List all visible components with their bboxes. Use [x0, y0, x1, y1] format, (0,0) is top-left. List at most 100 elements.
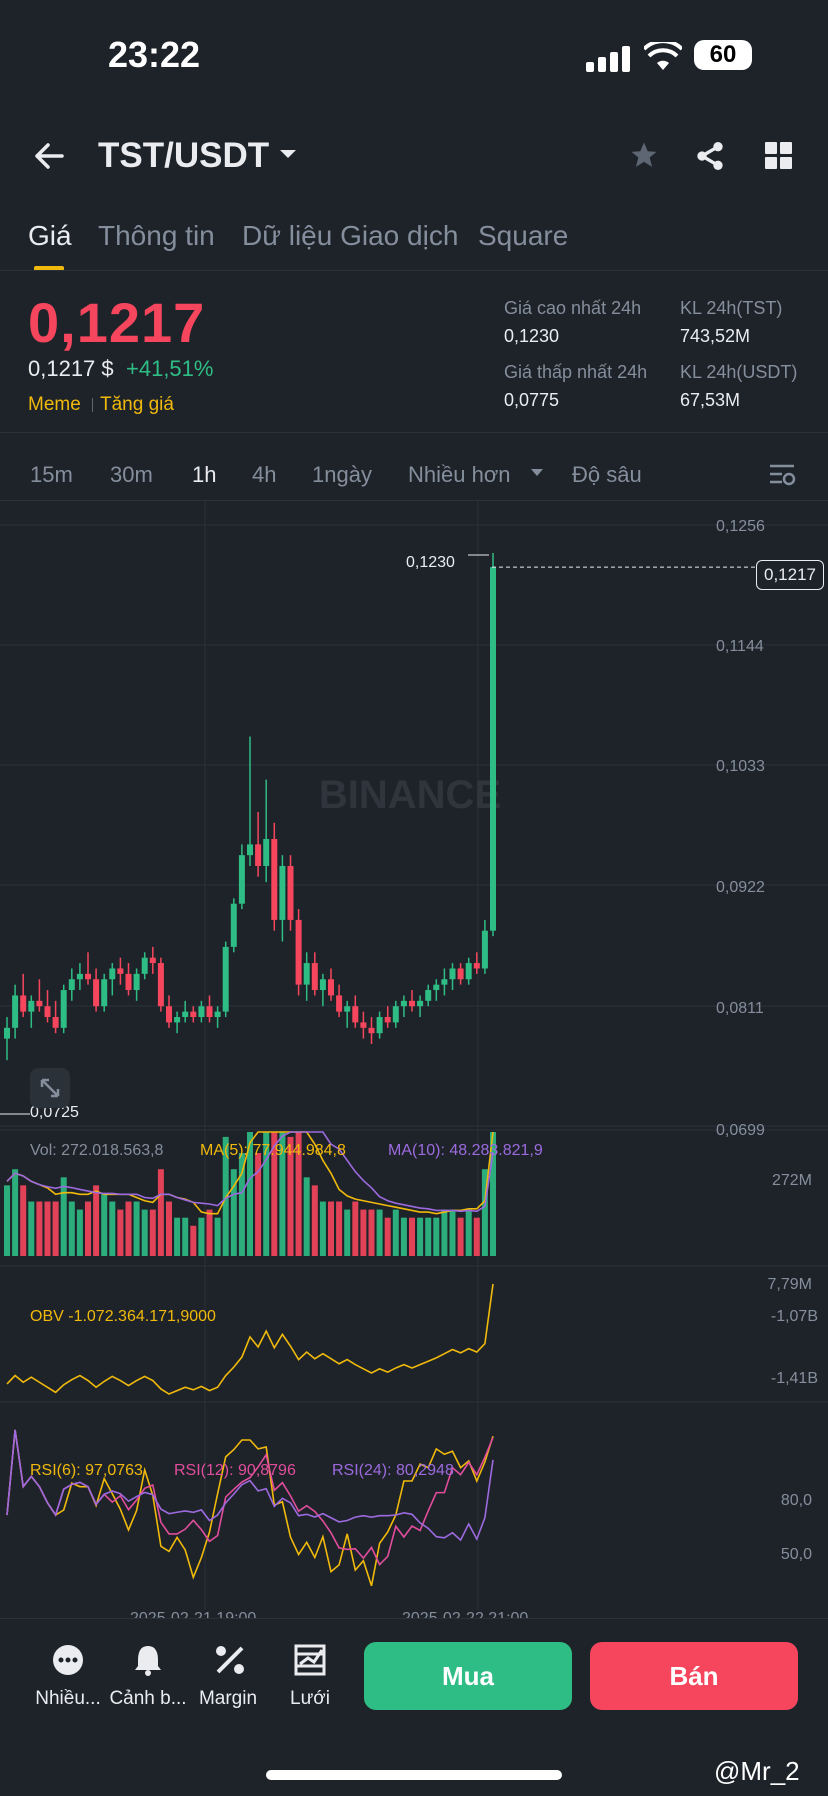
- more-options-icon[interactable]: [48, 1640, 88, 1680]
- volume-bar: [12, 1169, 19, 1256]
- volume-bar: [85, 1201, 91, 1256]
- favorite-star-icon[interactable]: [628, 140, 660, 170]
- candle-body: [44, 1006, 51, 1018]
- candle-body: [449, 968, 456, 980]
- tf-4h[interactable]: 4h: [252, 462, 276, 488]
- candle-body: [222, 946, 229, 1012]
- expand-icon: [40, 1078, 60, 1098]
- candle-body: [36, 1000, 43, 1007]
- candle-body: [238, 855, 245, 904]
- volume-bar: [311, 1185, 318, 1256]
- ma5-label: MA(5): 77.944.984,8: [200, 1142, 346, 1159]
- rsi-axis-top: 80,0: [780, 1492, 812, 1509]
- tab-info[interactable]: Thông tin: [98, 220, 215, 252]
- candle-body: [93, 979, 100, 1007]
- chart-settings-icon[interactable]: [768, 462, 796, 488]
- candle-body: [52, 1017, 59, 1028]
- high-24h-label: Giá cao nhất 24h: [504, 298, 642, 318]
- low-24h-value: 0,0775: [504, 390, 560, 410]
- bell-alert-icon[interactable]: [128, 1640, 168, 1680]
- tag-bullish[interactable]: Tăng giá: [100, 394, 174, 416]
- high-marker-label: 0,1230: [406, 554, 455, 571]
- candle-body: [166, 1006, 172, 1023]
- obv-label: OBV -1.072.364.171,9000: [30, 1308, 216, 1325]
- candle-body: [400, 1000, 407, 1007]
- candle-body: [336, 995, 343, 1012]
- candle-body: [311, 963, 318, 991]
- volume-axis-top: 272M: [771, 1172, 812, 1189]
- tab-trading-data[interactable]: Dữ liệu Giao dịch: [242, 220, 458, 252]
- candle-body: [149, 957, 156, 964]
- candle-body: [360, 1022, 367, 1028]
- chart-grid: [0, 500, 828, 1610]
- tab-square[interactable]: Square: [478, 220, 568, 252]
- more-caret-icon[interactable]: [530, 468, 544, 478]
- candle-body: [20, 995, 27, 1012]
- volume-bar: [36, 1201, 43, 1256]
- volume-bar: [52, 1201, 59, 1256]
- obv-axis-top: -1,07B: [770, 1308, 818, 1325]
- volume-bar: [190, 1225, 197, 1256]
- vol-usdt-label: KL 24h(USDT): [680, 362, 798, 382]
- pair-title[interactable]: TST/USDT: [98, 136, 269, 176]
- tag-separator: [92, 398, 93, 412]
- volume-bar: [60, 1177, 67, 1256]
- tf-15m[interactable]: 15m: [30, 462, 73, 488]
- kline-chart[interactable]: BINANCE: [0, 500, 828, 1610]
- vol-tst-value: 743,52M: [680, 326, 751, 346]
- low-24h-label: Giá thấp nhất 24h: [504, 362, 648, 382]
- rsi6-label: RSI(6): 97,0763: [30, 1462, 143, 1479]
- tf-more[interactable]: Nhiều hơn: [408, 462, 511, 488]
- volume-bar: [149, 1209, 156, 1256]
- candle-body: [295, 919, 302, 985]
- buy-button[interactable]: Mua: [364, 1642, 572, 1710]
- timeframe-top-divider: [0, 432, 828, 433]
- nav-more-label[interactable]: Nhiều...: [28, 1688, 108, 1710]
- ma10-label: MA(10): 48.283.821,9: [388, 1142, 543, 1159]
- volume-bar: [182, 1217, 189, 1256]
- volume-bar: [125, 1201, 132, 1256]
- volume-label: Vol: 272.018.563,8: [30, 1142, 164, 1159]
- candle-body: [287, 865, 294, 920]
- volume-bar: [336, 1201, 343, 1256]
- grid-layout-icon[interactable]: [764, 141, 794, 171]
- nav-alert-label[interactable]: Cảnh b...: [108, 1688, 188, 1710]
- candle-body: [4, 1027, 10, 1039]
- price-axis-1: 0,1144: [716, 638, 764, 655]
- volume-bar: [441, 1209, 448, 1256]
- tf-depth[interactable]: Độ sâu: [572, 462, 642, 488]
- binance-watermark: BINANCE: [319, 773, 501, 817]
- nav-margin-label[interactable]: Margin: [188, 1688, 268, 1710]
- last-price-tag: 0,1217: [756, 560, 824, 590]
- volume-axis-bottom: 7,79M: [767, 1276, 812, 1293]
- tf-1h[interactable]: 1h: [192, 462, 216, 488]
- volume-bar: [44, 1201, 51, 1256]
- fullscreen-button[interactable]: [30, 1068, 70, 1108]
- volume-bar: [76, 1209, 83, 1256]
- candle-body: [28, 1000, 35, 1012]
- tf-1d[interactable]: 1ngày: [312, 462, 372, 488]
- volume-bar: [344, 1209, 351, 1256]
- grid-trading-icon[interactable]: [290, 1640, 330, 1680]
- margin-percent-icon[interactable]: [210, 1640, 250, 1680]
- candle-body: [230, 903, 237, 947]
- volume-bar: [384, 1217, 391, 1256]
- tf-30m[interactable]: 30m: [110, 462, 153, 488]
- candle-body: [319, 979, 326, 991]
- candle-body: [141, 957, 148, 974]
- rsi6-line: [6, 1429, 494, 1587]
- candle-body: [368, 1027, 375, 1034]
- volume-bar: [133, 1201, 140, 1256]
- tag-meme[interactable]: Meme: [28, 394, 81, 416]
- sell-button[interactable]: Bán: [590, 1642, 798, 1710]
- share-icon[interactable]: [694, 140, 726, 172]
- tab-price[interactable]: Giá: [28, 220, 72, 252]
- volume-bar: [457, 1217, 464, 1256]
- back-arrow-icon[interactable]: [34, 142, 64, 170]
- price-axis-0: 0,1256: [716, 518, 765, 535]
- volume-bar: [206, 1209, 213, 1256]
- rsi-axis-mid: 50,0: [780, 1546, 812, 1563]
- volume-bar: [449, 1209, 456, 1256]
- chevron-down-icon[interactable]: [278, 148, 298, 160]
- nav-grid-label[interactable]: Lưới: [270, 1688, 350, 1710]
